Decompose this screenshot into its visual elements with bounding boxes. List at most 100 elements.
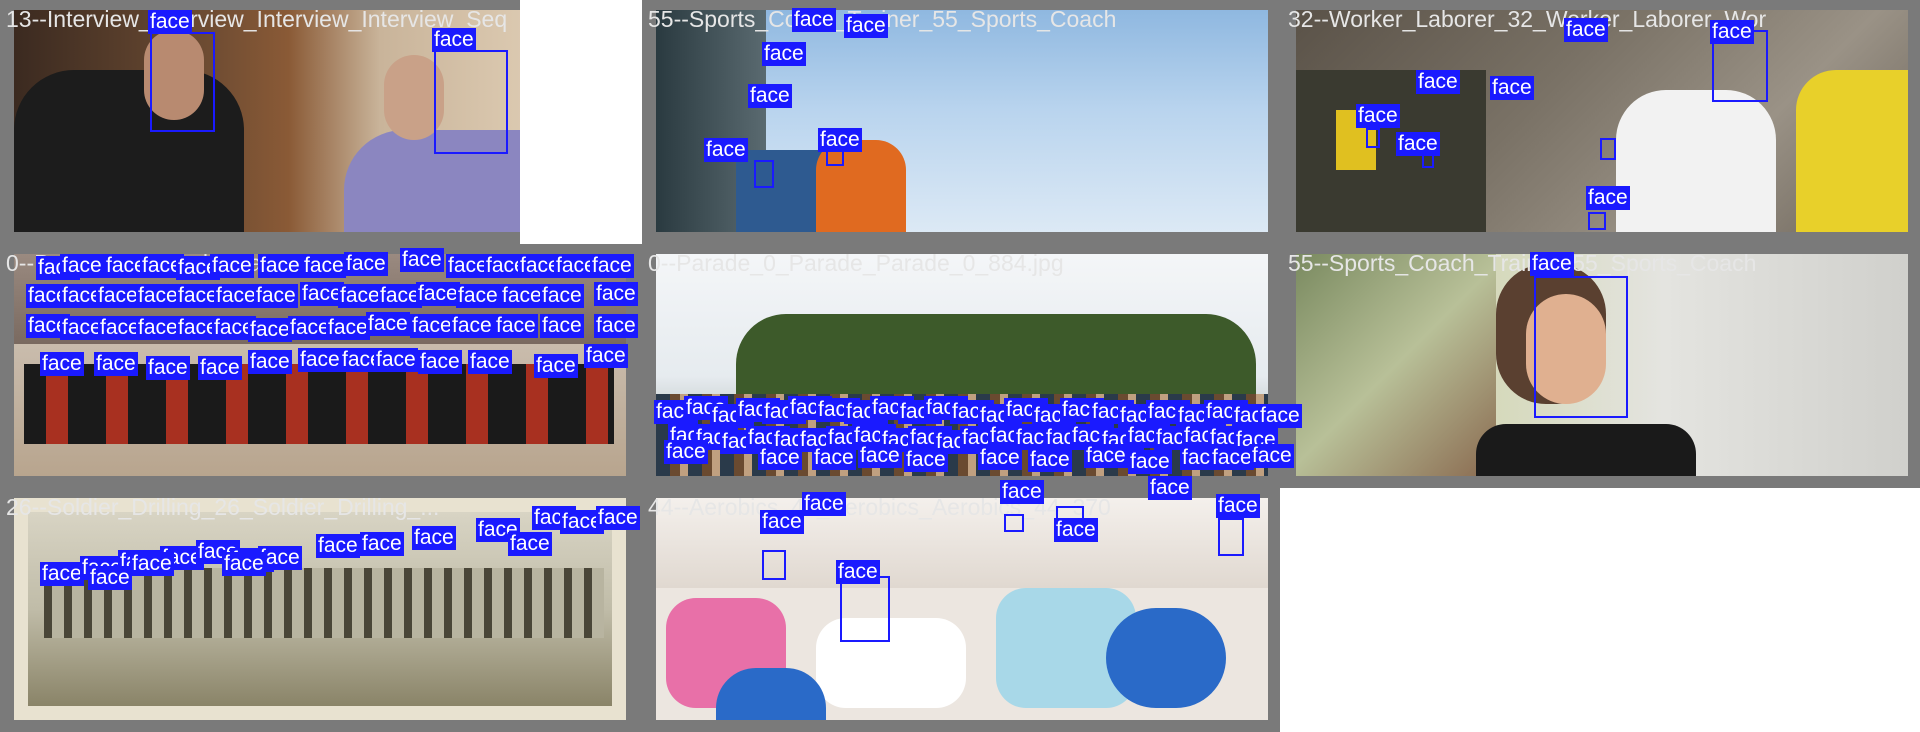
face-bounding-box	[754, 160, 774, 188]
face-label: face	[540, 284, 584, 308]
face-label: face	[1000, 480, 1044, 504]
face-bounding-box	[1218, 518, 1244, 556]
face-label: face	[1356, 104, 1400, 128]
face-label: face	[1216, 494, 1260, 518]
face-label: face	[664, 440, 708, 464]
face-label: face	[366, 312, 410, 336]
face-label: face	[94, 352, 138, 376]
face-label: face	[500, 284, 544, 308]
face-bounding-box	[1534, 276, 1628, 418]
face-label: face	[254, 284, 298, 308]
face-label: face	[1148, 476, 1192, 500]
face-bounding-box	[762, 550, 786, 580]
face-label: face	[410, 314, 454, 338]
face-label: face	[416, 282, 460, 306]
face-label: face	[494, 314, 538, 338]
face-label: face	[130, 552, 174, 576]
tile-title: 55--Sports_Coach_Trainer_55_Sports_Coach	[1288, 250, 1757, 276]
face-label: face	[844, 14, 888, 38]
face-label: face	[590, 254, 634, 278]
face-label: face	[758, 446, 802, 470]
face-label: face	[1128, 450, 1172, 474]
face-label: face	[344, 252, 388, 276]
face-bounding-box	[1366, 128, 1380, 148]
face-label: face	[836, 560, 880, 584]
face-label: face	[1564, 18, 1608, 42]
face-label: face	[96, 284, 140, 308]
face-bounding-box	[434, 50, 508, 154]
face-label: face	[1710, 20, 1754, 44]
face-label: face	[450, 314, 494, 338]
face-label: face	[258, 254, 302, 278]
face-label: face	[456, 284, 500, 308]
tile-sports-coach: 55--Sports_Coach_Trainer_55_Sports_Coach	[642, 0, 1282, 244]
face-label: face	[316, 534, 360, 558]
face-label: face	[432, 28, 476, 52]
face-label: face	[508, 532, 552, 556]
tile-title: 0--Parade_0_Parade_Parade_0_884.jpg	[648, 250, 1064, 276]
face-label: face	[400, 248, 444, 272]
face-label: face	[1490, 76, 1534, 100]
tile-title: 26--Soldier_Drilling_26_Soldier_Drilling…	[6, 494, 440, 520]
face-label: face	[88, 566, 132, 590]
face-label: face	[1210, 446, 1254, 470]
face-label: face	[748, 84, 792, 108]
face-label: face	[704, 138, 748, 162]
face-label: face	[1250, 444, 1294, 468]
face-label: face	[1084, 444, 1128, 468]
face-label: face	[302, 254, 346, 278]
face-label: face	[40, 352, 84, 376]
face-label: face	[596, 506, 640, 530]
face-label: face	[338, 284, 382, 308]
face-label: face	[374, 348, 418, 372]
face-label: face	[792, 8, 836, 32]
face-label: face	[762, 42, 806, 66]
face-label: face	[210, 254, 254, 278]
face-label: face	[594, 314, 638, 338]
face-label: face	[1054, 518, 1098, 542]
tile-aerobics: 44--Aerobics_44_Aerobics_Aerobics_44_370	[642, 488, 1280, 732]
face-label: face	[540, 314, 584, 338]
face-label: face	[1530, 252, 1574, 276]
face-label: face	[858, 444, 902, 468]
face-label: face	[818, 128, 862, 152]
face-label: face	[1416, 70, 1460, 94]
face-label: face	[812, 446, 856, 470]
face-label: face	[298, 348, 342, 372]
face-label: face	[40, 562, 84, 586]
face-bounding-box	[840, 576, 890, 642]
face-label: face	[214, 284, 258, 308]
face-label: face	[904, 448, 948, 472]
face-label: face	[326, 316, 370, 340]
face-label: face	[360, 532, 404, 556]
face-label: face	[1028, 448, 1072, 472]
tile-title: 32--Worker_Laborer_32_Worker_Laborer_Wor	[1288, 6, 1767, 32]
face-label: face	[1258, 404, 1302, 428]
face-bounding-box	[1004, 514, 1024, 532]
face-label: face	[148, 10, 192, 34]
face-label: face	[136, 316, 180, 340]
face-label: face	[802, 492, 846, 516]
face-label: face	[248, 350, 292, 374]
face-bounding-box	[1600, 138, 1616, 160]
photo-sports-coach	[656, 10, 1268, 232]
face-label: face	[418, 350, 462, 374]
face-bounding-box	[150, 32, 215, 132]
face-label: face	[412, 526, 456, 550]
face-label: face	[136, 284, 180, 308]
face-label: face	[60, 254, 104, 278]
face-label: face	[198, 356, 242, 380]
face-label: face	[248, 318, 292, 342]
face-label: face	[534, 354, 578, 378]
face-label: face	[978, 446, 1022, 470]
face-label: face	[594, 282, 638, 306]
face-label: face	[584, 344, 628, 368]
face-label: face	[1396, 132, 1440, 156]
face-label: face	[468, 350, 512, 374]
face-label: face	[222, 552, 266, 576]
photo-aerobics	[656, 498, 1268, 720]
face-label: face	[1586, 186, 1630, 210]
face-label: face	[146, 356, 190, 380]
face-bounding-box	[1588, 212, 1606, 230]
face-label: face	[760, 510, 804, 534]
